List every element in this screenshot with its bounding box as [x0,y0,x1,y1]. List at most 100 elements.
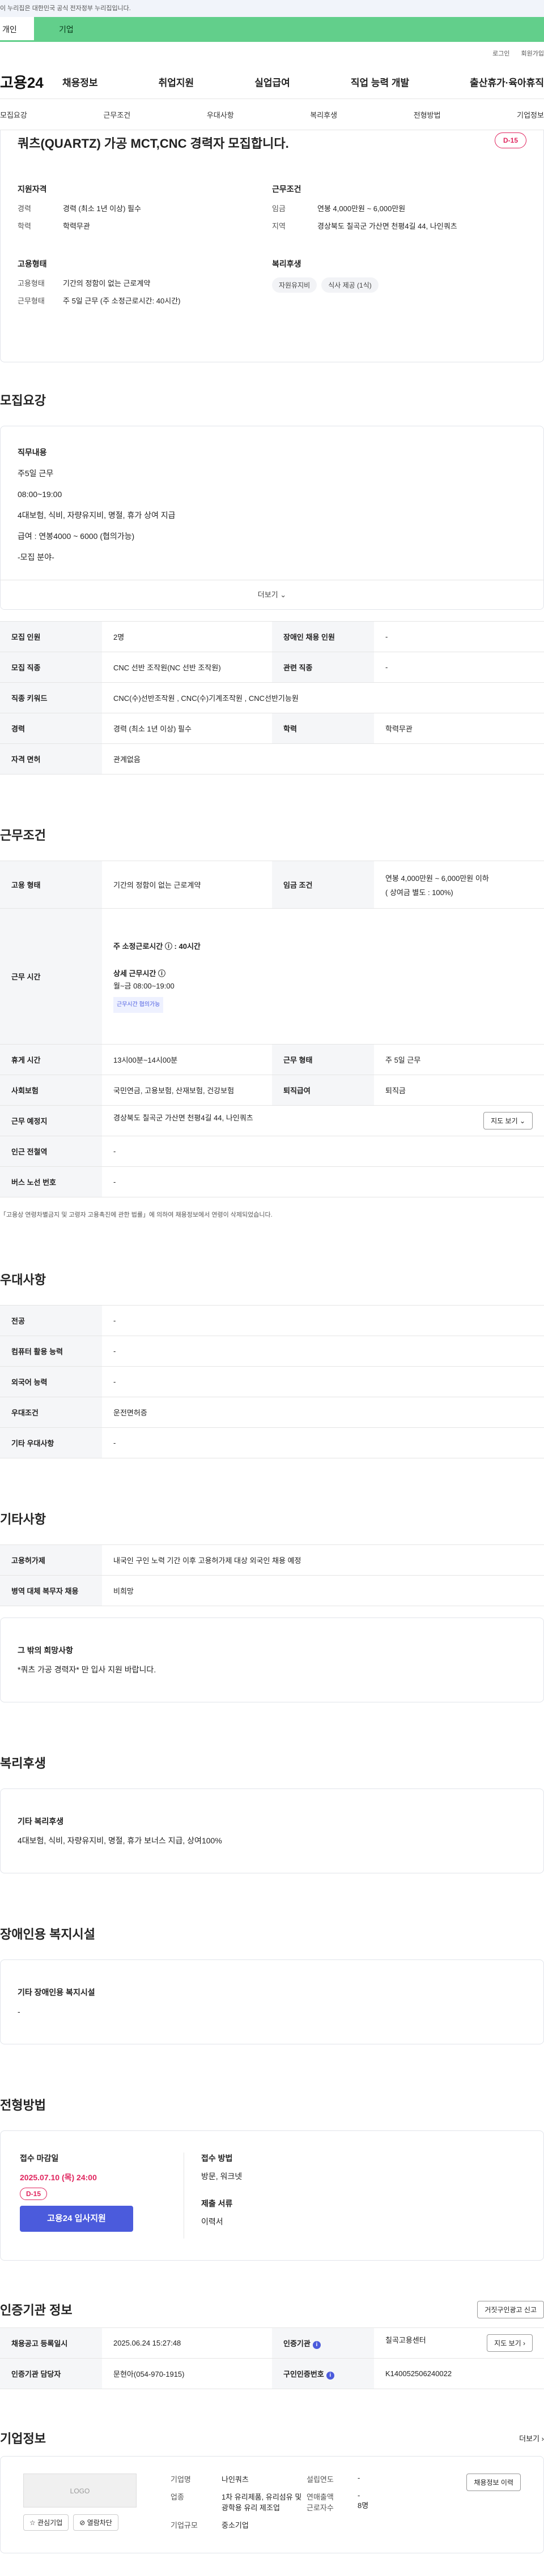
age-note: 「고용상 연령차별금지 및 고령자 고용촉진에 관한 법률」에 의하여 채용정보… [0,1212,273,1218]
cell: 문현아(054-970-1915) [102,2358,272,2389]
cell-header: 채용공고 등록일시 [0,2327,102,2359]
label: 연매출액 근로자수 [307,2491,358,2513]
emp-heading: 고용형태 [18,259,47,268]
wage-value: 연봉 4,000만원 ~ 6,000만원 [317,204,406,213]
subnav-company[interactable]: 기업정보 [517,109,544,120]
conditions-heading: 근무조건 [0,828,46,842]
disabled-card: 기타 장애인용 복지시설 - [0,1959,544,2044]
table-row: 인근 전철역 - [0,1136,544,1167]
desc-line: 4대보험, 식비, 자량유지비, 명절, 휴가 상여 지급 [18,511,176,520]
history-button[interactable]: 채용정보 이력 [466,2474,521,2491]
section-nav: 모집요강 근무조건 우대사항 복리후생 전형방법 기업정보 [0,99,544,130]
cell-header: 고용 형태 [0,861,102,909]
cell-header: 고용허가제 [0,1544,102,1576]
desc-line: 주5일 근무 [18,469,54,478]
table-row: 자격 면허 관계없음 [0,743,544,774]
subnav-recruit[interactable]: 모집요강 [0,109,27,120]
docs-heading: 제출 서류 [201,2199,233,2208]
cell-header: 근무 형태 [272,1044,374,1075]
cell: 비희망 [102,1575,544,1606]
nav-unemployment[interactable]: 실업급여 [254,75,290,89]
job-title: 쿼츠(QUARTZ) 가공 MCT,CNC 경력자 모집합니다. [18,136,289,151]
preference-heading: 우대사항 [0,1273,46,1287]
conditions-table: 고용 형태 기간의 정함이 없는 근로계약 임금 조건 연봉 4,000만원 ~… [0,861,544,1197]
util-links: 로그인 회원가입 [0,42,544,65]
negotiable-tag: 근무시간 협의가능 [113,996,164,1013]
qual-heading: 지원자격 [18,185,47,194]
favorite-button[interactable]: ☆ 관심기업 [23,2514,69,2531]
job-summary-card: 쿼츠(QUARTZ) 가공 MCT,CNC 경력자 모집합니다. D-15 지원… [0,130,544,362]
table-row: 우대조건 운전면허증 [0,1397,544,1428]
block-button[interactable]: ⊘ 열람차단 [73,2514,118,2531]
site-logo[interactable]: 고용24 [0,71,62,92]
welfare-chip: 자원유지비 [272,277,317,293]
report-button[interactable]: 거짓구인광고 신고 [477,2300,544,2318]
cell: CNC 선반 조작원(NC 선반 조작원) [102,652,272,683]
weekly-hours: 주 소정근로시간 ⓘ : 40시간 [113,942,201,951]
welfare-sub-heading: 기타 복리후생 [18,1817,64,1826]
location-cell: 경상북도 칠곡군 가산면 천평4길 44, 나인쿼츠 지도 보기 ⌄ [102,1105,544,1136]
detail-hours-heading: 상세 근무시간 ⓘ [113,969,165,978]
docs: 이력서 [201,2217,223,2226]
location: 경상북도 칠곡군 가산면 천평4길 44, 나인쿼츠 [113,1114,253,1122]
agency-heading: 인증기관 정보 [0,2303,73,2317]
method-heading: 접수 방법 [201,2154,233,2163]
nav-jobs[interactable]: 채용정보 [62,75,98,89]
dday-badge: D-15 [20,2188,48,2200]
main-nav: 고용24 채용정보 취업지원 실업급여 직업 능력 개발 출산휴가·육아휴직 [0,65,544,99]
cell: 2명 [102,621,272,652]
subnav-screening[interactable]: 전형방법 [414,109,441,120]
cell: 퇴직금 [374,1075,544,1106]
cell: - [102,1136,544,1167]
label: 학력 [18,222,31,230]
signup-link[interactable]: 회원가입 [521,49,544,58]
wage-range: 연봉 4,000만원 ~ 6,000만원 이하 [385,874,489,883]
label: 경력 [18,204,31,213]
map-button[interactable]: 지도 보기 › [487,2334,533,2352]
tab-personal[interactable]: 개인 [0,17,34,42]
etc-heading: 기타사항 [0,1512,46,1526]
cell-header: 모집 직종 [0,652,102,683]
cell: 학력무관 [374,713,544,744]
nav-support[interactable]: 취업지원 [159,75,194,89]
cell-header: 장애인 채용 인원 [272,621,374,652]
table-row: 근무 시간 주 소정근로시간 ⓘ : 40시간 상세 근무시간 ⓘ 월~금 08… [0,908,544,1045]
cell-header: 우대조건 [0,1397,102,1428]
login-link[interactable]: 로그인 [492,49,509,58]
table-row: 병역 대체 복무자 채용 비희망 [0,1575,544,1606]
cell-header: 임금 조건 [272,861,374,909]
table-row: 기타 우대사항 - [0,1427,544,1458]
company-name: 나인쿼츠 [222,2475,249,2484]
table-row: 고용 형태 기간의 정함이 없는 근로계약 임금 조건 연봉 4,000만원 ~… [0,861,544,909]
company-more-link[interactable]: 더보기 › [519,2433,544,2444]
cell-header: 자격 면허 [0,743,102,774]
subnav-conditions[interactable]: 근무조건 [103,109,130,120]
table-row: 경력 경력 (최소 1년 이상) 필수 학력 학력무관 [0,713,544,744]
subnav-welfare[interactable]: 복리후생 [310,109,337,120]
emptype-value: 기간의 정함이 없는 근로계약 [63,279,151,288]
recruit-heading: 모집요강 [0,393,46,408]
info-icon[interactable]: i [312,2340,321,2349]
etc-table: 고용허가제 내국인 구인 노력 기간 이후 고용허가제 대상 외국인 채용 예정 … [0,1544,544,1606]
cell-header: 버스 노선 번호 [0,1166,102,1197]
method: 방문, 워크넷 [201,2172,243,2181]
info-icon[interactable]: i [326,2371,334,2380]
map-button[interactable]: 지도 보기 ⌄ [483,1112,533,1129]
table-row: 외국어 능력 - [0,1366,544,1397]
apply-button[interactable]: 고용24 입사지원 [20,2206,133,2232]
table-row: 모집 인원 2명 장애인 채용 인원 - [0,621,544,652]
cell-header: 관련 직종 [272,652,374,683]
label: 구인인증번호 [283,2369,324,2378]
cell-header: 인근 전철역 [0,1136,102,1167]
cell-header: 사회보험 [0,1075,102,1106]
table-row: 휴게 시간 13시00분~14시00분 근무 형태 주 5일 근무 [0,1044,544,1075]
nav-training[interactable]: 직업 능력 개발 [351,75,409,89]
more-button[interactable]: 더보기 ⌄ [1,580,543,609]
tab-company[interactable]: 기업 [34,17,544,42]
subnav-preference[interactable]: 우대사항 [207,109,234,120]
work-time-cell: 주 소정근로시간 ⓘ : 40시간 상세 근무시간 ⓘ 월~금 08:00~19… [102,908,544,1045]
nav-leave[interactable]: 출산휴가·육아휴직 [470,75,544,89]
cell: - [374,652,544,683]
welfare-section-heading: 복리후생 [0,1756,46,1770]
label: 기업명 [171,2475,191,2484]
